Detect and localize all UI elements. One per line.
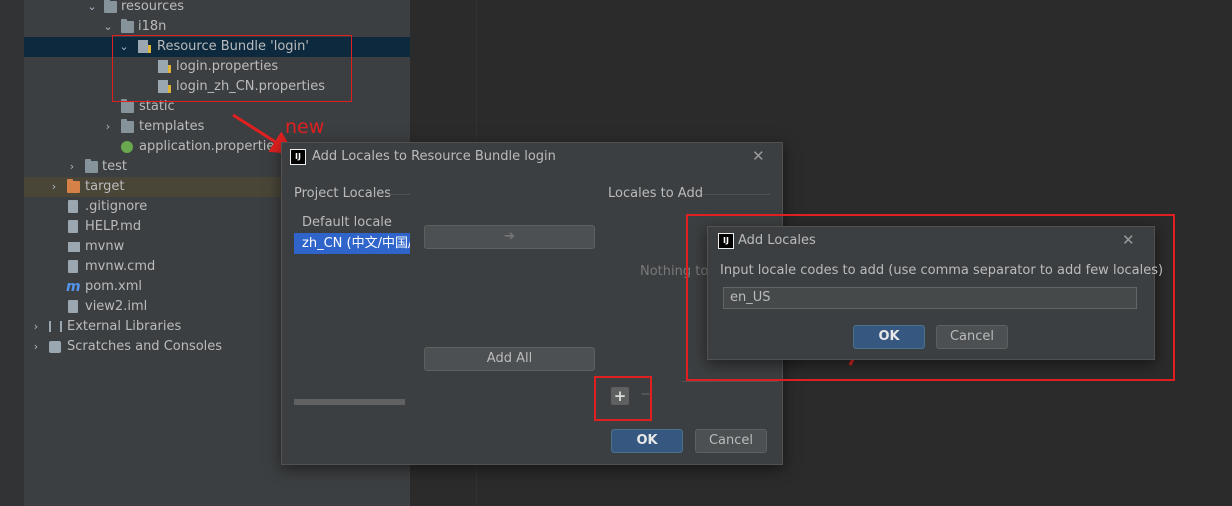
ok-button[interactable]: OK bbox=[611, 429, 683, 453]
add-all-button[interactable]: Add All bbox=[424, 347, 595, 371]
locale-item-default[interactable]: Default locale bbox=[302, 215, 392, 230]
list-separator bbox=[682, 381, 778, 382]
locale-item-zh-cn[interactable]: zh_CN (中文/中国/) bbox=[294, 233, 410, 254]
arrow-to-dialog bbox=[232, 113, 296, 155]
annotation-highlight-subdialog bbox=[686, 214, 1175, 381]
annotation-highlight-plus bbox=[594, 376, 652, 421]
arrow-right-icon: ➔ bbox=[504, 229, 515, 244]
cancel-button[interactable]: Cancel bbox=[695, 429, 767, 453]
horizontal-scrollbar[interactable] bbox=[294, 399, 405, 405]
intellij-logo-icon: IJ bbox=[290, 149, 306, 165]
locale-item-label: zh_CN (中文/中国/) bbox=[302, 236, 410, 251]
move-right-button[interactable]: ➔ bbox=[424, 225, 595, 249]
project-locales-header: Project Locales bbox=[294, 186, 392, 201]
locales-to-add-header: Locales to Add bbox=[608, 186, 703, 201]
header-separator bbox=[702, 194, 770, 195]
close-icon[interactable]: ✕ bbox=[752, 149, 765, 164]
dialog-title: Add Locales to Resource Bundle login bbox=[312, 149, 556, 164]
header-separator bbox=[388, 194, 410, 195]
